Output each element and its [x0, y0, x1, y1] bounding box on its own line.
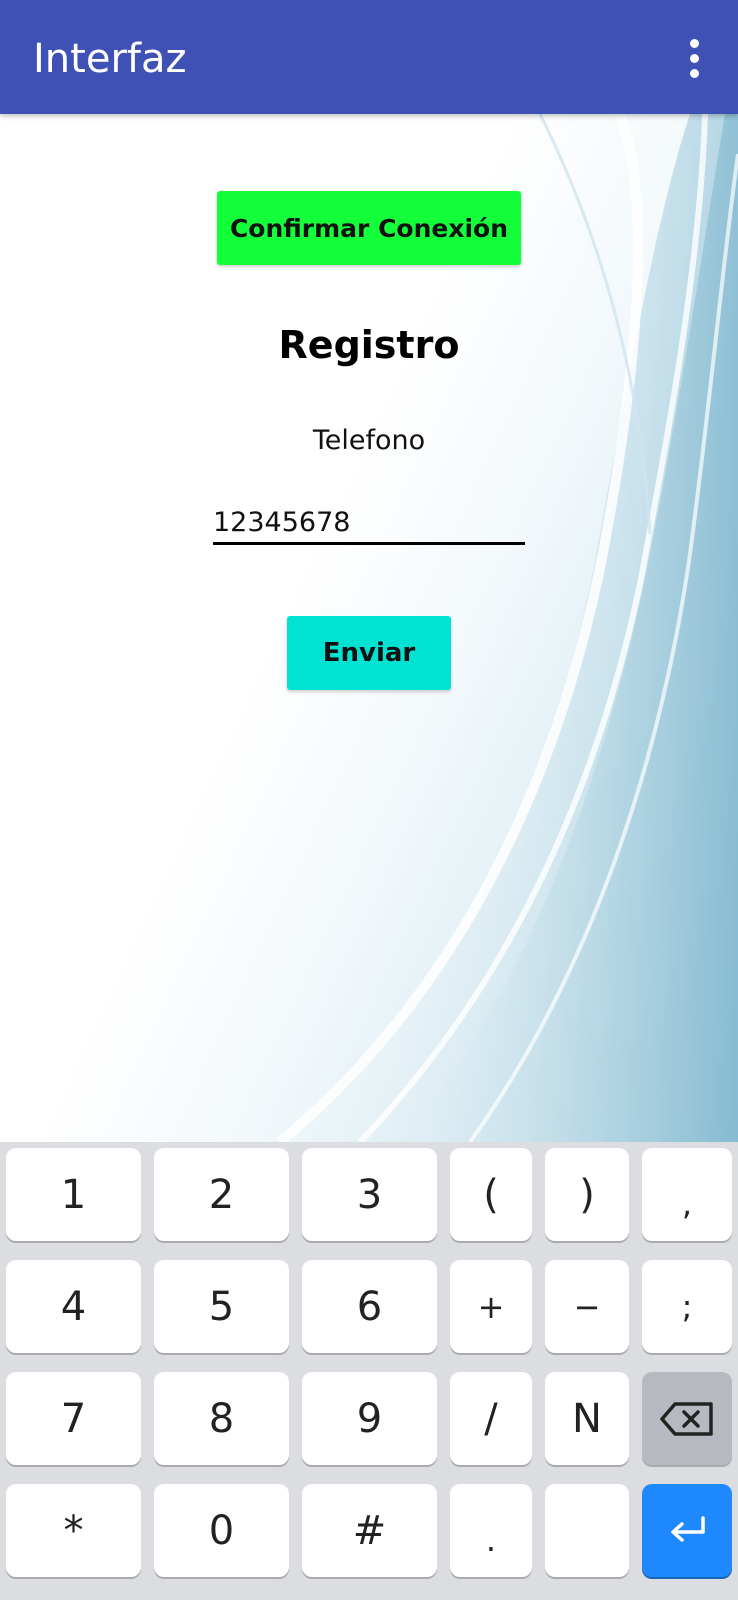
key-open-paren[interactable]: (: [450, 1148, 532, 1241]
key-8[interactable]: 8: [154, 1372, 289, 1465]
menu-dot: [689, 68, 699, 78]
key-close-paren[interactable]: ): [545, 1148, 629, 1241]
send-button[interactable]: Enviar: [287, 616, 451, 690]
menu-dot: [689, 38, 699, 48]
confirm-connection-button[interactable]: Confirmar Conexión: [217, 191, 521, 265]
app-bar: Interfaz: [0, 0, 738, 114]
phone-field[interactable]: [213, 502, 525, 545]
backspace-icon: [660, 1401, 713, 1436]
enter-key[interactable]: [642, 1484, 732, 1577]
enter-icon: [671, 1515, 705, 1542]
key-minus[interactable]: −: [545, 1260, 629, 1353]
key-semicolon[interactable]: ;: [642, 1260, 732, 1353]
app-title: Interfaz: [33, 36, 187, 82]
key-3[interactable]: 3: [302, 1148, 437, 1241]
key-comma[interactable]: ,: [642, 1148, 732, 1241]
more-vert-icon[interactable]: [672, 34, 716, 82]
key-5[interactable]: 5: [154, 1260, 289, 1353]
key-asterisk[interactable]: *: [6, 1484, 141, 1577]
menu-dot: [689, 53, 699, 63]
key-hash[interactable]: #: [302, 1484, 437, 1577]
key-1[interactable]: 1: [6, 1148, 141, 1241]
key-plus[interactable]: +: [450, 1260, 532, 1353]
content-area: Confirmar Conexión Registro Telefono Env…: [0, 114, 738, 1142]
key-0[interactable]: 0: [154, 1484, 289, 1577]
key-space[interactable]: [545, 1484, 629, 1577]
phone-label: Telefono: [312, 425, 426, 456]
key-slash[interactable]: /: [450, 1372, 532, 1465]
key-n[interactable]: N: [545, 1372, 629, 1465]
key-7[interactable]: 7: [6, 1372, 141, 1465]
key-6[interactable]: 6: [302, 1260, 437, 1353]
numeric-keyboard: 1 2 3 ( ) , 4 5 6 + − ; 7 8 9 / N * 0 # …: [0, 1142, 738, 1600]
key-9[interactable]: 9: [302, 1372, 437, 1465]
backspace-key[interactable]: [642, 1372, 732, 1465]
key-period[interactable]: .: [450, 1484, 532, 1577]
page-title: Registro: [278, 323, 460, 367]
key-2[interactable]: 2: [154, 1148, 289, 1241]
key-4[interactable]: 4: [6, 1260, 141, 1353]
